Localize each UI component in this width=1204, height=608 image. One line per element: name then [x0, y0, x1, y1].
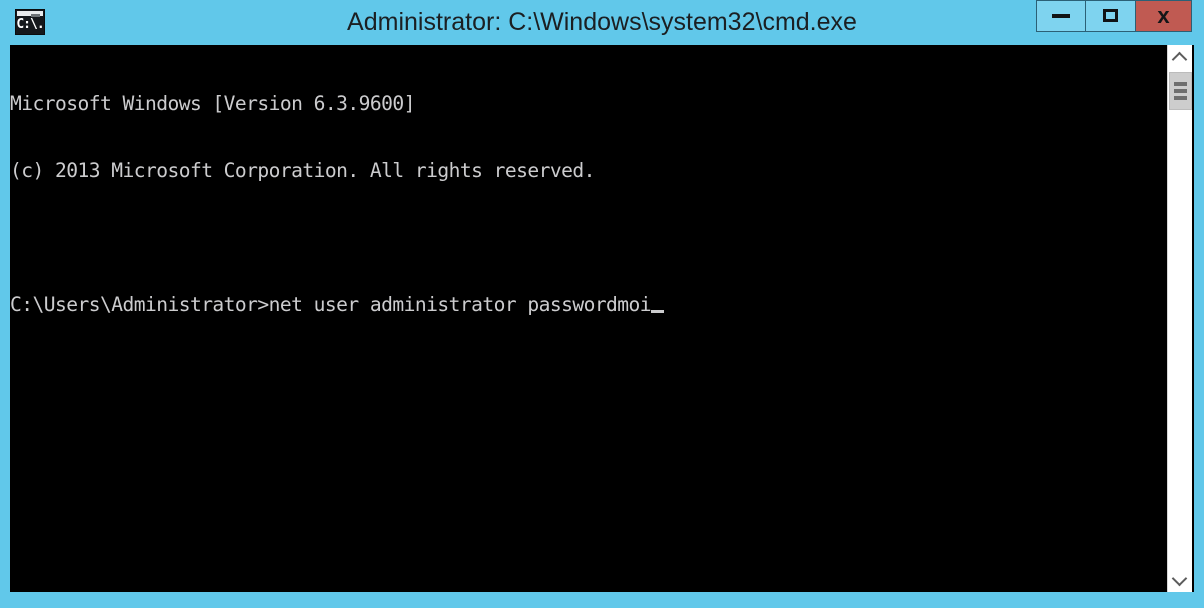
chevron-down-icon — [1171, 570, 1188, 587]
cmd-icon-prompt-text: C:\. — [16, 17, 44, 32]
title-bar[interactable]: C:\. Administrator: C:\Windows\system32\… — [0, 0, 1204, 45]
maximize-button[interactable] — [1086, 0, 1136, 32]
console-cursor — [651, 310, 665, 314]
scroll-up-button[interactable] — [1168, 45, 1192, 69]
console-line-1: (c) 2013 Microsoft Corporation. All righ… — [10, 159, 595, 183]
console-line-2 — [10, 227, 1167, 249]
chevron-up-icon — [1171, 51, 1188, 68]
scroll-down-button[interactable] — [1168, 568, 1192, 592]
cmd-window: C:\. Administrator: C:\Windows\system32\… — [0, 0, 1204, 608]
console-client-area[interactable]: Microsoft Windows [Version 6.3.9600] (c)… — [10, 45, 1194, 592]
cmd-app-icon: C:\. — [15, 9, 45, 35]
scrollbar-thumb[interactable] — [1169, 72, 1192, 110]
vertical-scrollbar[interactable] — [1167, 45, 1192, 592]
scrollbar-grip-line — [1174, 89, 1187, 93]
scrollbar-track[interactable] — [1168, 69, 1192, 568]
window-controls: x — [1036, 0, 1192, 32]
close-icon: x — [1157, 3, 1170, 28]
console-line-0: Microsoft Windows [Version 6.3.9600] — [10, 91, 415, 115]
maximize-icon — [1102, 9, 1118, 22]
console-command-line: C:\Users\Administrator>net user administ… — [10, 293, 652, 317]
console-output: Microsoft Windows [Version 6.3.9600] (c)… — [10, 48, 1167, 362]
window-title: Administrator: C:\Windows\system32\cmd.e… — [347, 8, 857, 36]
console-line-3: C:\Users\Administrator>net user administ… — [10, 294, 1167, 316]
scrollbar-grip-line — [1174, 82, 1187, 86]
scrollbar-grip-line — [1174, 96, 1187, 100]
minimize-button[interactable] — [1036, 0, 1086, 32]
minimize-icon — [1052, 14, 1070, 18]
close-button[interactable]: x — [1136, 0, 1192, 32]
